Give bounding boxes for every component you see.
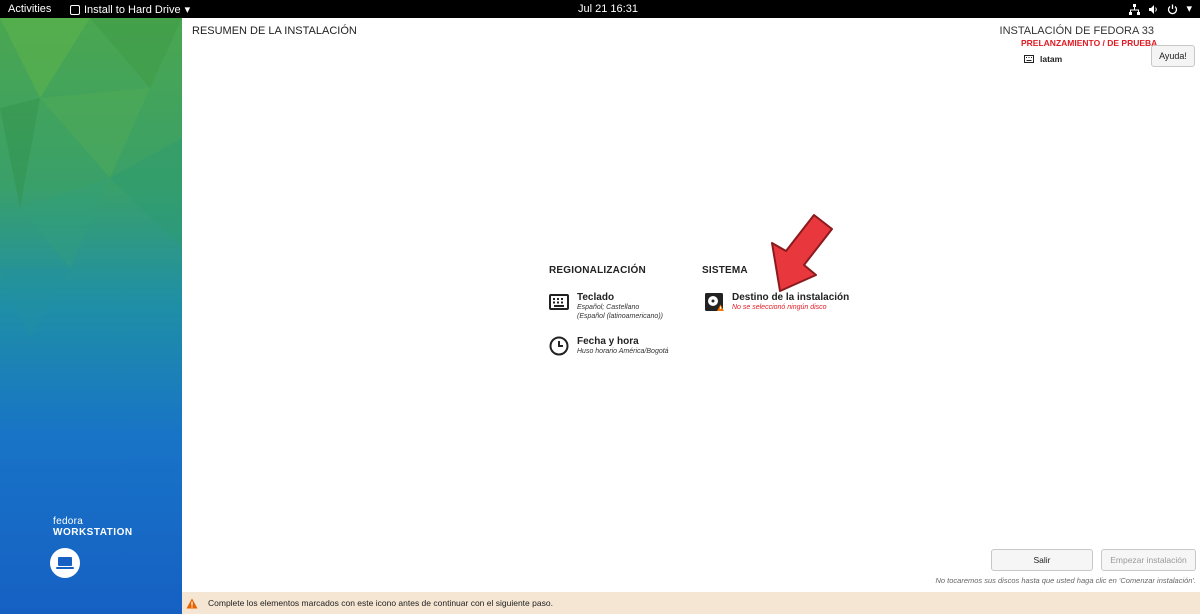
localization-section-title: REGIONALIZACIÓN xyxy=(549,265,646,276)
prerelease-warning: PRELANZAMIENTO / DE PRUEBA xyxy=(1021,38,1158,48)
keyboard-spoke-status: Español; Castellano xyxy=(577,304,640,311)
installation-destination-spoke[interactable]: Destino de la instalación No se seleccio… xyxy=(704,292,849,312)
keyboard-spoke-status-detail: (Español (latinoamericano)) xyxy=(577,313,663,320)
warning-icon xyxy=(186,598,198,608)
product-title: INSTALACIÓN DE FEDORA 33 xyxy=(999,25,1154,37)
datetime-spoke-name: Fecha y hora xyxy=(577,336,639,347)
chevron-down-icon: ▾ xyxy=(184,4,191,16)
app-name: Install to Hard Drive xyxy=(84,3,181,16)
footer-note: No tocaremos sus discos hasta que usted … xyxy=(935,576,1196,585)
datetime-spoke-status: Huso horario América/Bogotá xyxy=(577,348,669,355)
keyboard-icon xyxy=(549,294,569,310)
system-tray[interactable]: ▾ xyxy=(1129,2,1192,16)
quit-button[interactable]: Salir xyxy=(991,549,1093,571)
keyboard-icon xyxy=(1024,55,1034,63)
system-section-title: SISTEMA xyxy=(702,265,748,276)
workstation-laptop-icon xyxy=(50,548,80,578)
begin-installation-button[interactable]: Empezar instalación xyxy=(1101,549,1196,571)
page-title: RESUMEN DE LA INSTALACIÓN xyxy=(192,25,357,37)
power-icon xyxy=(1168,4,1178,14)
installation-destination-status: No se seleccionó ningún disco xyxy=(732,304,827,311)
chevron-down-icon: ▾ xyxy=(1186,3,1192,15)
keyboard-spoke-name: Teclado xyxy=(577,292,615,303)
brand-line2: WORKSTATION xyxy=(53,527,133,538)
top-bar: Activities Install to Hard Drive ▾ Jul 2… xyxy=(0,0,1200,18)
clock-icon xyxy=(549,336,569,356)
keyboard-layout-indicator[interactable]: latam xyxy=(1024,54,1062,64)
keyboard-layout-label: latam xyxy=(1040,54,1063,64)
brand-line1: fedora xyxy=(53,516,84,527)
warning-text: Complete los elementos marcados con este… xyxy=(208,598,553,608)
fedora-brand: fedora WORKSTATION xyxy=(53,516,133,538)
clock[interactable]: Jul 21 16:31 xyxy=(578,3,638,15)
hard-disk-icon xyxy=(705,293,724,311)
datetime-spoke[interactable]: Fecha y hora Huso horario América/Bogotá xyxy=(549,336,669,356)
warning-bar: Complete los elementos marcados con este… xyxy=(182,592,1200,614)
sidebar: fedora WORKSTATION xyxy=(0,18,182,614)
app-menu[interactable]: Install to Hard Drive ▾ xyxy=(70,3,190,16)
volume-icon xyxy=(1149,4,1158,14)
activities-button[interactable]: Activities xyxy=(8,3,51,15)
help-button[interactable]: Ayuda! xyxy=(1151,45,1195,67)
annotation-arrow-icon xyxy=(771,214,833,292)
network-icon xyxy=(1129,3,1141,15)
app-icon xyxy=(70,4,80,15)
keyboard-spoke[interactable]: Teclado Español; Castellano (Español (la… xyxy=(549,292,663,321)
